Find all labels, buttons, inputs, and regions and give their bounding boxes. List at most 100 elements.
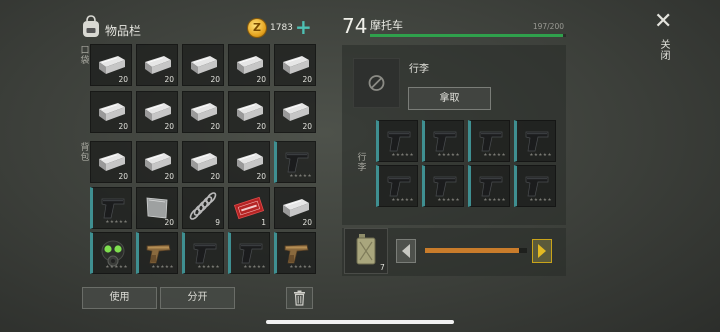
item-rating: ★★★★★ <box>483 153 506 158</box>
fuel-slider-fill <box>425 248 519 253</box>
item-quantity: 20 <box>210 75 220 84</box>
slot-metal-bar[interactable]: 20 <box>90 44 132 86</box>
inventory-header: 物品栏 Z 1783 + <box>80 15 312 41</box>
coin-count: 1783 <box>270 23 293 33</box>
capacity-bar <box>370 34 566 37</box>
add-coins-button[interactable]: + <box>295 16 312 38</box>
luggage-title: 行李 <box>409 64 429 75</box>
item-quantity: 20 <box>256 172 266 181</box>
use-button[interactable]: 使用 <box>82 287 157 309</box>
item-quantity: 20 <box>256 75 266 84</box>
capacity-bar-fill <box>370 34 564 37</box>
item-rating: ★★★★★ <box>105 220 128 225</box>
pockets-section-label: 口袋 <box>80 46 90 66</box>
item-rating: ★★★★★ <box>289 265 312 270</box>
item-rating: ★★★★★ <box>529 153 552 158</box>
slot-pistol[interactable]: ★★★★★ <box>376 165 418 207</box>
slot-gas-mask[interactable]: ★★★★★ <box>90 232 132 274</box>
item-rating: ★★★★★ <box>243 265 266 270</box>
backpack-icon <box>83 15 99 37</box>
item-quantity: 20 <box>210 172 220 181</box>
arrow-left-icon <box>396 239 416 263</box>
slot-flare-gun[interactable]: ★★★★★ <box>136 232 178 274</box>
split-button[interactable]: 分开 <box>160 287 235 309</box>
item-rating: ★★★★★ <box>437 153 460 158</box>
slot-red-ticket[interactable]: 1 <box>228 187 270 229</box>
item-quantity: 20 <box>210 122 220 131</box>
vehicle-luggage-section-label: 行李 <box>357 153 367 173</box>
slot-pistol[interactable]: ★★★★★ <box>468 165 510 207</box>
slot-metal-bar[interactable]: 20 <box>228 91 270 133</box>
vehicle-number: 74 <box>342 14 368 38</box>
item-rating: ★★★★★ <box>289 174 312 179</box>
decrease-button[interactable] <box>396 239 416 263</box>
slot-metal-bar[interactable]: 20 <box>182 44 224 86</box>
slot-pistol[interactable]: ★★★★★ <box>514 120 556 162</box>
item-quantity: 20 <box>302 75 312 84</box>
item-rating: ★★★★★ <box>391 153 414 158</box>
item-quantity: 20 <box>164 218 174 227</box>
slot-metal-bar[interactable]: 20 <box>182 91 224 133</box>
item-rating: ★★★★★ <box>197 265 220 270</box>
slot-pistol[interactable]: ★★★★★ <box>514 165 556 207</box>
increase-button[interactable] <box>532 239 552 263</box>
slot-pistol[interactable]: ★★★★★ <box>228 232 270 274</box>
slot-metal-bar[interactable]: 20 <box>228 141 270 183</box>
slot-pistol[interactable]: ★★★★★ <box>422 120 464 162</box>
item-quantity: 20 <box>118 172 128 181</box>
take-button[interactable]: 拿取 <box>408 87 491 110</box>
inventory-title: 物品栏 <box>105 24 142 38</box>
trash-button[interactable] <box>286 287 313 309</box>
item-quantity: 20 <box>118 122 128 131</box>
fuel-quantity: 7 <box>380 263 385 272</box>
slot-metal-plate[interactable]: 20 <box>136 187 178 229</box>
slot-pistol[interactable]: ★★★★★ <box>376 120 418 162</box>
item-quantity: 20 <box>164 172 174 181</box>
home-indicator[interactable] <box>266 320 454 324</box>
fuel-slot[interactable]: 7 <box>344 228 388 274</box>
slot-spring[interactable]: 9 <box>182 187 224 229</box>
vehicle-capacity: 197/200 <box>532 22 564 31</box>
item-quantity: 20 <box>302 218 312 227</box>
luggage-slot <box>353 58 400 108</box>
slot-pistol[interactable]: ★★★★★ <box>182 232 224 274</box>
item-rating: ★★★★★ <box>151 265 174 270</box>
slot-flare-gun[interactable]: ★★★★★ <box>274 232 316 274</box>
item-rating: ★★★★★ <box>483 198 506 203</box>
vehicle-name: 摩托车 <box>370 19 403 32</box>
slot-metal-bar[interactable]: 20 <box>228 44 270 86</box>
prohibited-icon <box>368 75 385 91</box>
item-quantity: 20 <box>118 75 128 84</box>
close-label[interactable]: 关闭 <box>660 40 671 62</box>
fuel-slider[interactable] <box>425 248 527 253</box>
slot-metal-bar[interactable]: 20 <box>136 141 178 183</box>
slot-pistol[interactable]: ★★★★★ <box>90 187 132 229</box>
item-rating: ★★★★★ <box>105 265 128 270</box>
slot-metal-bar[interactable]: 20 <box>274 44 316 86</box>
item-quantity: 20 <box>302 122 312 131</box>
item-quantity: 1 <box>261 218 266 227</box>
item-rating: ★★★★★ <box>391 198 414 203</box>
slot-pistol[interactable]: ★★★★★ <box>422 165 464 207</box>
item-rating: ★★★★★ <box>529 198 552 203</box>
slot-metal-bar[interactable]: 20 <box>274 91 316 133</box>
trash-icon <box>294 290 305 306</box>
backpack-section-label: 背包 <box>80 143 90 163</box>
item-quantity: 9 <box>215 218 220 227</box>
slot-pistol[interactable]: ★★★★★ <box>468 120 510 162</box>
item-quantity: 20 <box>164 75 174 84</box>
slot-metal-bar[interactable]: 20 <box>182 141 224 183</box>
slot-metal-bar[interactable]: 20 <box>90 91 132 133</box>
item-rating: ★★★★★ <box>437 198 460 203</box>
slot-metal-bar[interactable]: 20 <box>136 44 178 86</box>
item-quantity: 20 <box>164 122 174 131</box>
slot-metal-bar[interactable]: 20 <box>90 141 132 183</box>
coin-icon: Z <box>248 19 266 37</box>
slot-metal-bar[interactable]: 20 <box>274 187 316 229</box>
vehicle-header: 74 摩托车 197/200 <box>342 14 566 38</box>
item-quantity: 20 <box>256 122 266 131</box>
arrow-right-icon <box>532 239 552 263</box>
slot-pistol[interactable]: ★★★★★ <box>274 141 316 183</box>
slot-metal-bar[interactable]: 20 <box>136 91 178 133</box>
close-icon[interactable]: ✕ <box>654 11 672 33</box>
